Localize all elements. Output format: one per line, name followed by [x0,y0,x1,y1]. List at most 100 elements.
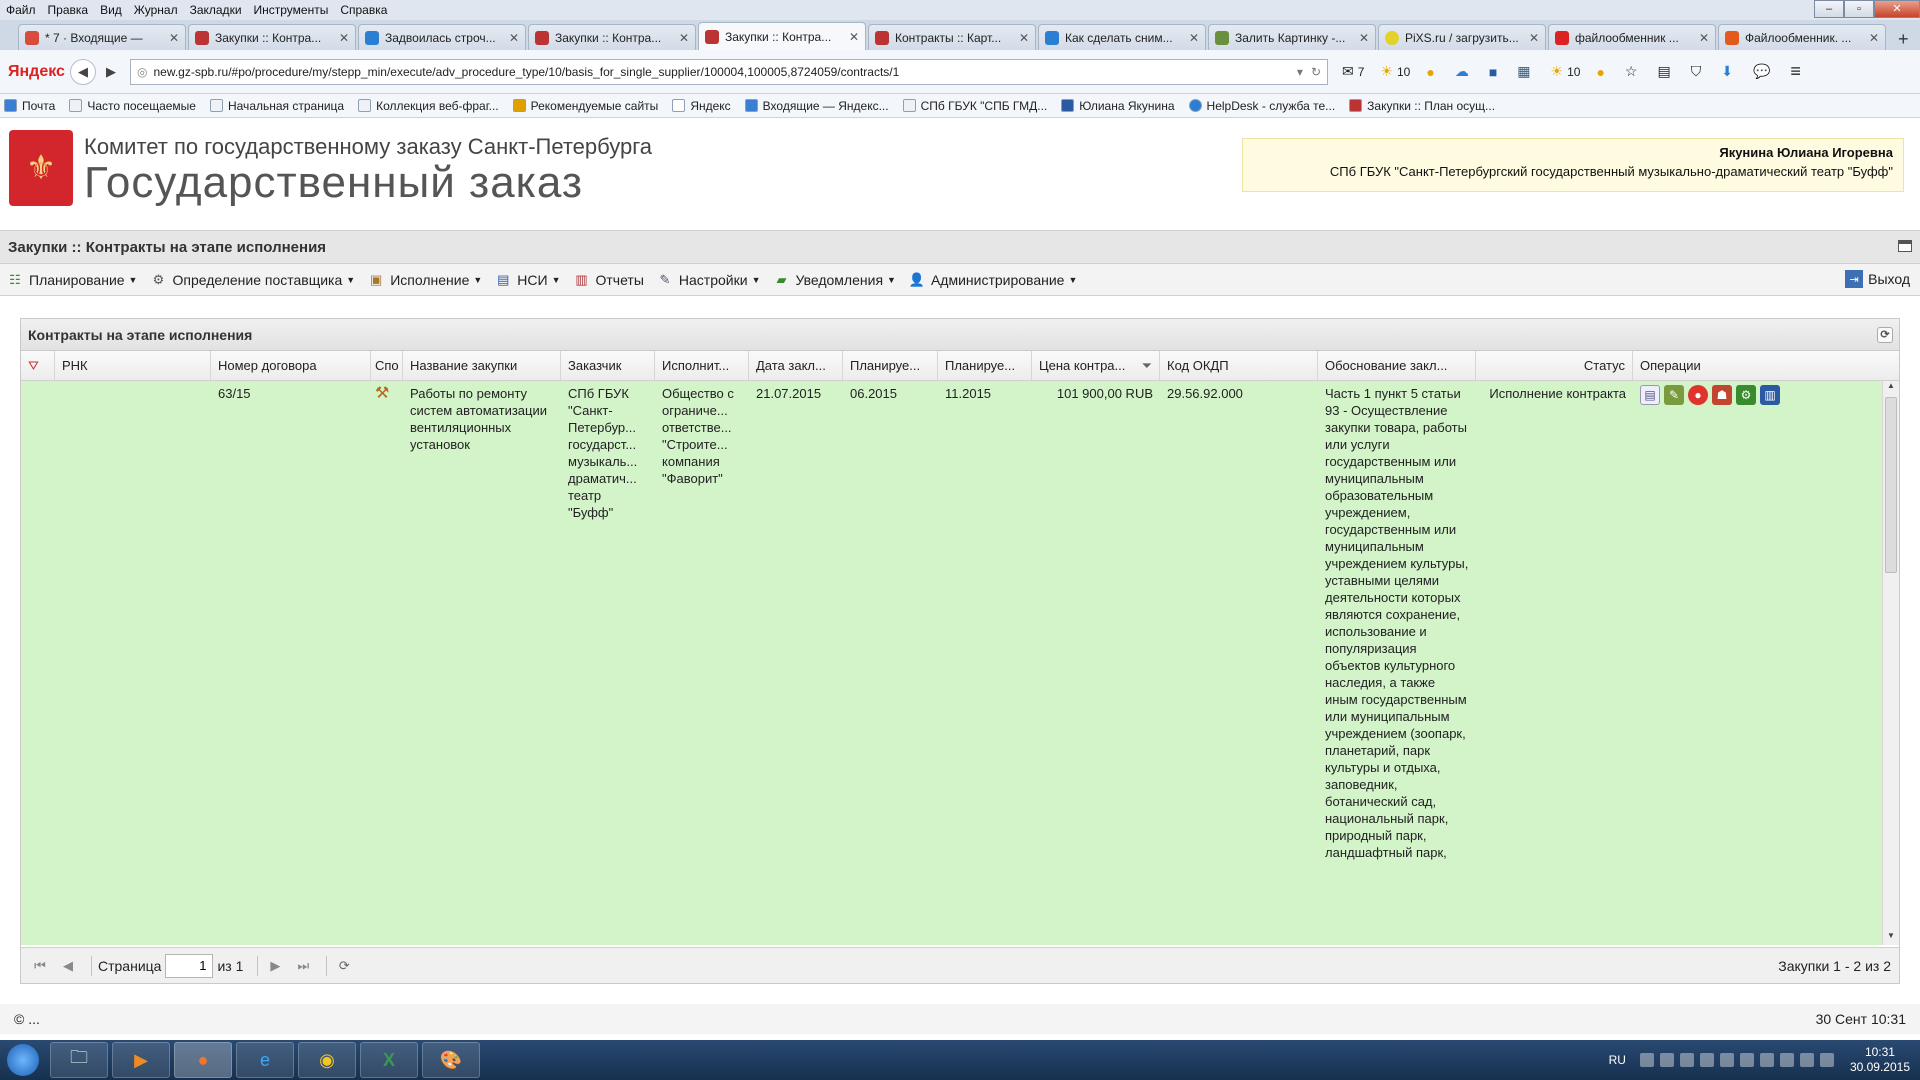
bookmark-star-button[interactable]: ☆ [1625,63,1642,80]
tray-app-icon[interactable] [1759,1053,1774,1067]
grid-refresh-button[interactable]: ⟳ [333,955,355,977]
menu-nsi[interactable]: ▤ НСИ ▼ [494,272,560,288]
url-bar[interactable]: ◎ new.gz-spb.ru/#po/procedure/my/stepp_m… [130,58,1328,85]
panel-refresh-button[interactable]: ⟳ [1877,327,1893,343]
bookmark-item[interactable]: Входящие — Яндекс... [744,99,889,113]
view-document-icon[interactable]: ▤ [1640,385,1660,405]
toolbar-icon[interactable]: ● [1596,64,1608,80]
stop-icon[interactable]: ● [1688,385,1708,405]
tray-app-icon[interactable] [1739,1053,1754,1067]
menu-reports[interactable]: ▥ Отчеты [573,272,644,288]
browser-tab[interactable]: * 7 · Входящие — ✕ [18,24,186,50]
bookmark-item[interactable]: HelpDesk - служба те... [1188,99,1335,113]
next-page-button[interactable]: ▶ [264,955,286,977]
weather-widget[interactable]: ☀ 10 [1551,63,1581,80]
taskbar-firefox[interactable]: ● [174,1042,232,1078]
tab-close-icon[interactable]: ✕ [169,31,179,45]
tab-close-icon[interactable]: ✕ [509,31,519,45]
menu-file[interactable]: Файл [6,3,36,17]
taskbar-ie[interactable]: e [236,1042,294,1078]
bookmark-item[interactable]: Закупки :: План осущ... [1349,99,1495,113]
toolbar-icon[interactable]: ▦ [1517,63,1534,80]
browser-tab[interactable]: файлообменник ... ✕ [1548,24,1716,50]
scroll-up-icon[interactable]: ▲ [1883,381,1899,395]
tray-app-icon[interactable] [1719,1053,1734,1067]
taskbar-excel[interactable]: X [360,1042,418,1078]
browser-tab[interactable]: Залить Картинку -... ✕ [1208,24,1376,50]
downloads-button[interactable]: ⬇ [1721,63,1737,80]
column-header-basis[interactable]: Обоснование закл... [1318,351,1476,380]
start-button[interactable] [0,1040,46,1080]
flag-icon[interactable] [1799,1053,1814,1067]
last-page-button[interactable]: ⏭ [292,955,314,977]
browser-tab[interactable]: Как сделать сним... ✕ [1038,24,1206,50]
reading-list-button[interactable]: ▤ [1657,63,1674,80]
tab-close-icon[interactable]: ✕ [849,30,859,44]
taskbar-paint[interactable]: 🎨 [422,1042,480,1078]
tab-close-icon[interactable]: ✕ [679,31,689,45]
menu-history[interactable]: Журнал [134,3,178,17]
tray-app-icon[interactable] [1639,1053,1654,1067]
scroll-down-icon[interactable]: ▼ [1883,931,1899,945]
back-button[interactable]: ◀ [70,58,96,85]
network-icon[interactable] [1779,1053,1794,1067]
browser-tab[interactable]: PiXS.ru / загрузить... ✕ [1378,24,1546,50]
bookmark-item[interactable]: Коллекция веб-фраг... [358,99,499,113]
close-window-button[interactable]: ✕ [1874,0,1920,18]
column-header-purchase-name[interactable]: Название закупки [403,351,561,380]
scrollbar-thumb[interactable] [1885,397,1897,573]
column-header-number[interactable]: Номер договора [211,351,371,380]
column-header-okdp[interactable]: Код ОКДП [1160,351,1318,380]
prev-page-button[interactable]: ◀ [57,955,79,977]
taskbar-clock[interactable]: 10:31 30.09.2015 [1850,1045,1910,1075]
menu-notifications[interactable]: ▰ Уведомления ▼ [772,272,895,288]
table-row[interactable]: 63/15 ⚒ Работы по ремонту систем автомат… [21,381,1899,865]
browser-tab[interactable]: Закупки :: Контра... ✕ [528,24,696,50]
column-header-method[interactable]: Спо [371,351,403,380]
minimize-button[interactable]: – [1814,0,1844,18]
bookmark-item[interactable]: Начальная страница [209,99,344,113]
column-header-contract-date[interactable]: Дата закл... [749,351,843,380]
toolbar-icon[interactable]: ■ [1489,64,1501,80]
reload-icon[interactable]: ↻ [1311,65,1321,79]
tray-app-icon[interactable] [1679,1053,1694,1067]
volume-icon[interactable] [1819,1053,1834,1067]
settings-gear-icon[interactable]: ⚙ [1736,385,1756,405]
column-header-status[interactable]: Статус [1476,351,1633,380]
yandex-logo[interactable]: Яндекс [0,63,70,81]
toolbar-icon[interactable]: ☁ [1455,63,1473,80]
maximize-button[interactable]: ▫ [1844,0,1874,18]
tab-close-icon[interactable]: ✕ [339,31,349,45]
vertical-scrollbar[interactable]: ▲ ▼ [1882,381,1899,945]
column-header-supplier[interactable]: Исполнит... [655,351,749,380]
forward-button[interactable]: ▶ [98,59,124,85]
tab-close-icon[interactable]: ✕ [1529,31,1539,45]
bookmark-item[interactable]: Яндекс [672,99,731,113]
menu-bookmarks[interactable]: Закладки [190,3,242,17]
chat-button[interactable]: 💬 [1753,63,1774,80]
weather-widget[interactable]: ☀ 10 [1380,63,1410,80]
tray-app-icon[interactable] [1699,1053,1714,1067]
menu-edit[interactable]: Правка [48,3,89,17]
tab-close-icon[interactable]: ✕ [1019,31,1029,45]
dropdown-icon[interactable]: ▾ [1297,65,1303,79]
taskbar-chrome[interactable]: ◉ [298,1042,356,1078]
column-header-rnk[interactable]: РНК [55,351,211,380]
tab-close-icon[interactable]: ✕ [1189,31,1199,45]
filter-icon[interactable]: ⏷ [1142,358,1152,374]
taskbar-explorer[interactable]: 🗀 [50,1042,108,1078]
browser-tab[interactable]: Закупки :: Контра... ✕ [188,24,356,50]
spb-emblem-logo[interactable]: ⚜ [9,130,73,206]
edit-stage-icon[interactable]: ✎ [1664,385,1684,405]
menu-tools[interactable]: Инструменты [254,3,329,17]
tab-close-icon[interactable]: ✕ [1359,31,1369,45]
mail-counter[interactable]: ✉ 7 [1342,63,1364,80]
bookmark-item[interactable]: Часто посещаемые [69,99,196,113]
menu-execution[interactable]: ▣ Исполнение ▼ [367,272,482,288]
language-indicator[interactable]: RU [1609,1053,1626,1067]
menu-supplier-selection[interactable]: ⚙ Определение поставщика ▼ [149,272,356,288]
column-header-planned-end[interactable]: Планируе... [938,351,1032,380]
browser-tab-active[interactable]: Закупки :: Контра... ✕ [698,22,866,50]
page-number-input[interactable] [165,953,214,978]
pocket-button[interactable]: ⛉ [1691,63,1706,80]
